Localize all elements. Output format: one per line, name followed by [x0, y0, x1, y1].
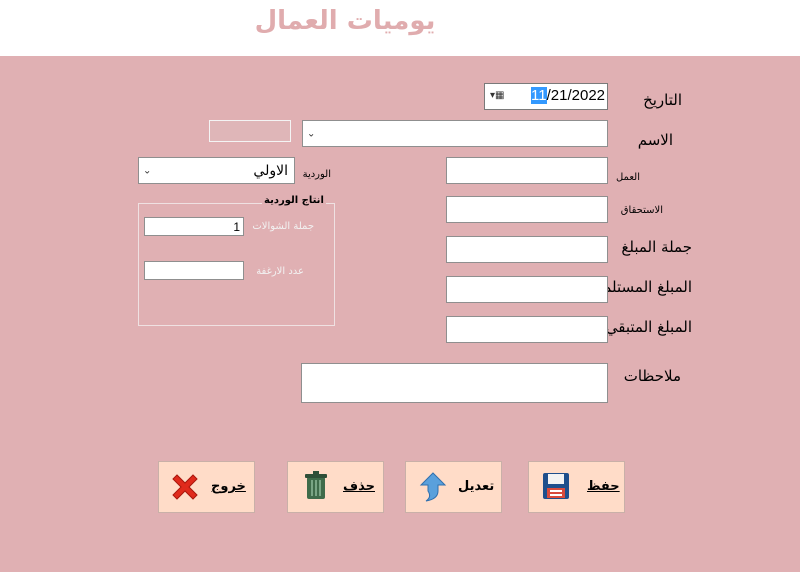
- date-label: التاريخ: [643, 91, 682, 109]
- work-input[interactable]: [446, 157, 608, 184]
- edit-button[interactable]: تعديل: [405, 461, 502, 513]
- save-button[interactable]: حفظ: [528, 461, 625, 513]
- date-value: 11/21/2022: [531, 87, 605, 104]
- received-amount-label: المبلغ المستلم: [602, 278, 692, 296]
- entitlement-input[interactable]: [446, 196, 608, 223]
- sacks-total-input[interactable]: 1: [144, 217, 244, 236]
- up-arrow-icon: [419, 472, 447, 502]
- chevron-down-icon[interactable]: ⌄: [143, 165, 151, 176]
- total-amount-label: جملة المبلغ: [621, 238, 692, 256]
- shift-combobox[interactable]: ⌄ الاولي: [138, 157, 295, 184]
- name-label: الاسم: [637, 131, 673, 149]
- page-title: يوميات العمال: [254, 6, 436, 36]
- date-picker[interactable]: ▾▦ 11/21/2022: [484, 83, 608, 110]
- floppy-disk-icon: [543, 473, 569, 499]
- loaves-count-label: عدد الارغفة: [256, 266, 304, 277]
- sacks-total-label: جملة الشوالات: [252, 221, 314, 232]
- name-code-field: [209, 120, 291, 142]
- close-x-icon: [172, 474, 198, 500]
- remaining-amount-label: المبلغ المتبقي: [605, 318, 692, 336]
- work-label: العمل: [615, 172, 640, 183]
- notes-textarea[interactable]: [301, 363, 608, 403]
- entitlement-label: الاستحقاق: [620, 205, 663, 216]
- remaining-amount-input[interactable]: [446, 316, 608, 343]
- shift-label: الوردية: [302, 169, 331, 180]
- notes-label: ملاحظات: [623, 367, 681, 385]
- total-amount-input[interactable]: [446, 236, 608, 263]
- trash-bin-icon: [305, 471, 327, 499]
- loaves-count-input[interactable]: [144, 261, 244, 280]
- received-amount-input[interactable]: [446, 276, 608, 303]
- name-combobox[interactable]: ⌄: [302, 120, 608, 147]
- exit-button[interactable]: خروج: [158, 461, 255, 513]
- delete-button[interactable]: حذف: [287, 461, 384, 513]
- shift-production-title: انتاج الوردية: [262, 195, 326, 206]
- calendar-dropdown-icon[interactable]: ▾▦: [490, 90, 504, 101]
- chevron-down-icon[interactable]: ⌄: [307, 128, 315, 139]
- title-bar: يوميات العمال: [0, 0, 800, 56]
